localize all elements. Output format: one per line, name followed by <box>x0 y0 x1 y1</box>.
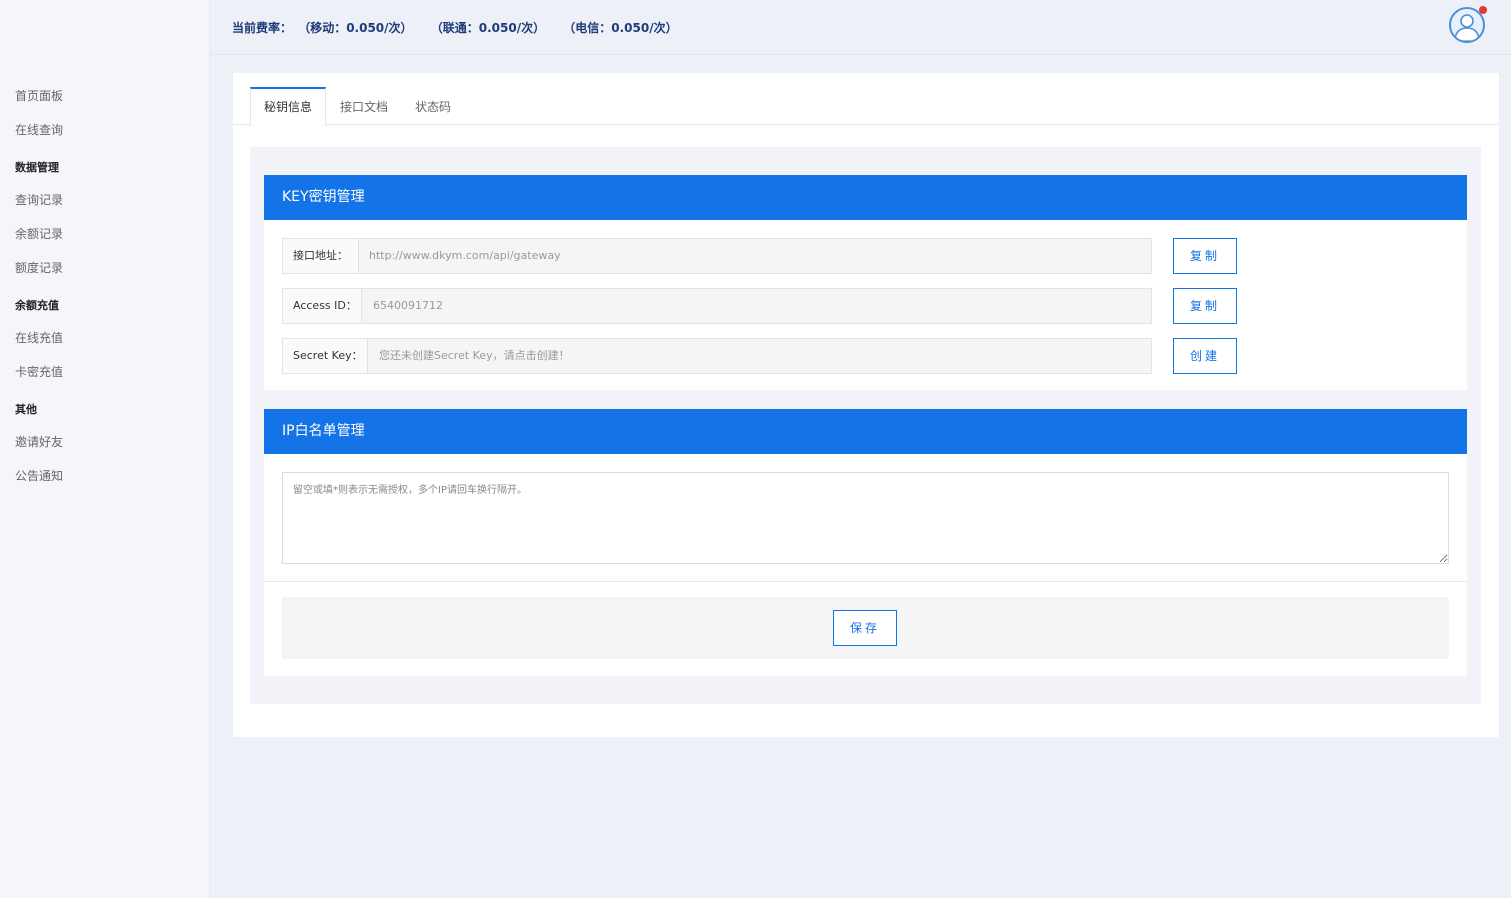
sidebar-nav: 首页面板 在线查询 数据管理 查询记录 余额记录 额度记录 余额充值 在线充值 … <box>0 84 210 498</box>
sidebar-item-card-recharge[interactable]: 卡密充值 <box>0 360 210 394</box>
rate-telecom: （电信：0.050/次） <box>563 21 678 35</box>
key-panel-title: KEY密钥管理 <box>264 175 1467 220</box>
sidebar-item-query-records[interactable]: 查询记录 <box>0 188 210 222</box>
sidebar-item-online-query[interactable]: 在线查询 <box>0 118 210 152</box>
sidebar-item-balance-records[interactable]: 余额记录 <box>0 222 210 256</box>
tab-bar: 秘钥信息 接口文档 状态码 <box>233 87 1499 126</box>
topbar: 当前费率： （移动：0.050/次） （联通：0.050/次） （电信：0.05… <box>210 0 1511 55</box>
api-address-label: 接口地址： <box>283 239 359 273</box>
ip-whitelist-textarea[interactable] <box>282 472 1449 564</box>
sidebar: 首页面板 在线查询 数据管理 查询记录 余额记录 额度记录 余额充值 在线充值 … <box>0 0 210 898</box>
secret-key-input[interactable] <box>379 339 1139 373</box>
sidebar-item-announcements[interactable]: 公告通知 <box>0 464 210 498</box>
tab-status-codes[interactable]: 状态码 <box>403 87 463 125</box>
sidebar-item-dashboard[interactable]: 首页面板 <box>0 84 210 118</box>
sidebar-item-quota-records[interactable]: 额度记录 <box>0 256 210 290</box>
ip-panel-title: IP白名单管理 <box>264 409 1467 454</box>
sidebar-group-data-management: 数据管理 <box>15 161 59 174</box>
access-id-label: Access ID： <box>283 289 362 323</box>
ip-panel-body: 保存 <box>264 454 1467 676</box>
rate-title: 当前费率： <box>232 21 293 35</box>
key-panel-body: 接口地址： 复制 Access ID： 复制 Secret Key： 创建 <box>264 220 1467 390</box>
divider <box>264 581 1467 582</box>
rate-info: 当前费率： （移动：0.050/次） （联通：0.050/次） （电信：0.05… <box>232 19 692 36</box>
secret-key-label: Secret Key： <box>283 339 368 373</box>
sidebar-group-recharge: 余额充值 <box>15 299 59 312</box>
access-id-field: Access ID： <box>282 288 1152 324</box>
sidebar-group-other: 其他 <box>15 403 37 416</box>
copy-api-address-button[interactable]: 复制 <box>1173 238 1237 274</box>
main-card: 秘钥信息 接口文档 状态码 KEY密钥管理 接口地址： 复制 Access ID… <box>233 73 1499 737</box>
tab-api-docs[interactable]: 接口文档 <box>330 87 398 125</box>
sidebar-item-invite-friends[interactable]: 邀请好友 <box>0 430 210 464</box>
rate-mobile: （移动：0.050/次） <box>298 21 413 35</box>
sidebar-item-online-recharge[interactable]: 在线充值 <box>0 326 210 360</box>
api-address-input[interactable] <box>369 239 1139 273</box>
tab-key-info[interactable]: 秘钥信息 <box>250 87 326 126</box>
rate-unicom: （联通：0.050/次） <box>430 21 546 35</box>
api-address-field: 接口地址： <box>282 238 1152 274</box>
save-button[interactable]: 保存 <box>833 610 897 646</box>
secret-key-field: Secret Key： <box>282 338 1152 374</box>
save-bar: 保存 <box>282 597 1449 659</box>
copy-access-id-button[interactable]: 复制 <box>1173 288 1237 324</box>
content-area: KEY密钥管理 接口地址： 复制 Access ID： 复制 Secret Ke… <box>250 147 1481 704</box>
create-secret-key-button[interactable]: 创建 <box>1173 338 1237 374</box>
notification-dot-icon <box>1479 6 1487 14</box>
access-id-input[interactable] <box>373 289 1143 323</box>
